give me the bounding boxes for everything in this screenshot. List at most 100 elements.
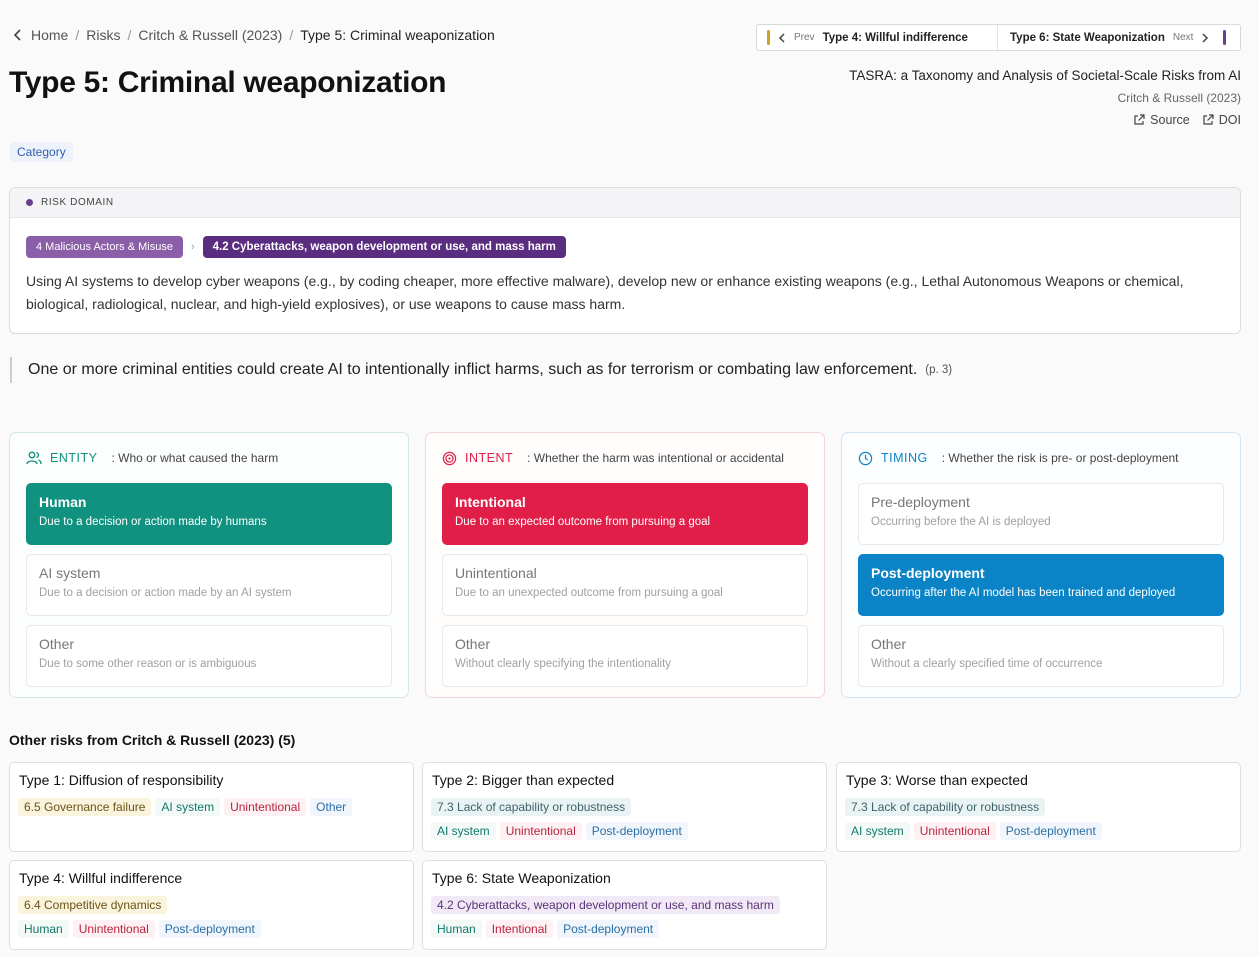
entity-description: : Who or what caused the harm xyxy=(111,451,279,465)
users-icon xyxy=(26,451,42,465)
domain-tag: 4.2 Cyberattacks, weapon development or … xyxy=(431,896,780,914)
option-title: Other xyxy=(39,636,75,652)
option-desc: Occurring before the AI is deployed xyxy=(871,516,1051,528)
intent-label: INTENT xyxy=(465,451,514,465)
entity-option-other: Other Due to some other reason or is amb… xyxy=(26,625,392,687)
prev-risk-link[interactable]: Prev Type 4: Willful indifference xyxy=(757,25,998,50)
option-title: Human xyxy=(39,494,87,510)
entity-card: ENTITY : Who or what caused the harm Hum… xyxy=(9,432,409,698)
domain-tag: 6.4 Competitive dynamics xyxy=(18,896,168,914)
option-desc: Due to an unexpected outcome from pursui… xyxy=(455,587,723,599)
doi-label: DOI xyxy=(1218,113,1241,127)
option-desc: Due to an expected outcome from pursuing… xyxy=(455,516,711,528)
external-link-icon xyxy=(1134,114,1145,125)
intent-option-unintentional: Unintentional Due to an unexpected outco… xyxy=(442,554,808,616)
next-color-bar xyxy=(1223,30,1227,45)
domain-chips: 4 Malicious Actors & Misuse › 4.2 Cybera… xyxy=(26,236,566,258)
risk-card-tags: 4.2 Cyberattacks, weapon development or … xyxy=(431,896,818,914)
entity-option-human: Human Due to a decision or action made b… xyxy=(26,483,392,545)
option-desc: Without clearly specifying the intention… xyxy=(455,658,672,670)
option-desc: Due to a decision or action made by an A… xyxy=(39,587,292,599)
breadcrumb-separator: / xyxy=(75,27,80,43)
risk-pager: Prev Type 4: Willful indifference Type 6… xyxy=(756,24,1241,51)
paper-links: Source DOI xyxy=(849,113,1241,127)
entity-tag: Human xyxy=(431,920,482,938)
timing-header: TIMING : Whether the risk is pre- or pos… xyxy=(858,433,1224,483)
domain-dot-icon xyxy=(26,199,33,206)
chevron-right-icon xyxy=(1202,32,1209,43)
risk-card-title: Type 1: Diffusion of responsibility xyxy=(19,772,224,788)
quote-page: (p. 3) xyxy=(925,364,953,376)
timing-option-post-deployment: Post-deployment Occurring after the AI m… xyxy=(858,554,1224,616)
domain-description: Using AI systems to develop cyber weapon… xyxy=(26,273,1184,312)
chevron-left-icon xyxy=(778,32,785,43)
timing-label: TIMING xyxy=(881,451,928,465)
timing-option-other: Other Without a clearly specified time o… xyxy=(858,625,1224,687)
breadcrumb-current: Type 5: Criminal weaponization xyxy=(300,27,495,43)
risk-card-title: Type 3: Worse than expected xyxy=(846,772,1028,788)
prev-label: Prev xyxy=(794,32,815,43)
source-label: Source xyxy=(1150,113,1190,127)
intent-tag: Unintentional xyxy=(913,822,996,840)
risk-card-tags: AI system Unintentional Post-deployment xyxy=(845,822,1232,840)
risk-card-tags: Human Intentional Post-deployment xyxy=(431,920,818,938)
doi-link[interactable]: DOI xyxy=(1202,113,1241,127)
risk-card-type-4[interactable]: Type 4: Willful indifference 6.4 Competi… xyxy=(9,860,414,950)
timing-tag: Post-deployment xyxy=(557,920,660,938)
next-label: Next xyxy=(1172,32,1194,43)
intent-tag: Intentional xyxy=(485,920,554,938)
entity-tag: AI system xyxy=(431,822,496,840)
timing-tag: Post-deployment xyxy=(999,822,1102,840)
breadcrumb-home[interactable]: Home xyxy=(31,27,68,43)
prev-color-bar xyxy=(767,30,770,45)
source-link[interactable]: Source xyxy=(1133,113,1190,127)
risk-domain-panel: RISK DOMAIN 4 Malicious Actors & Misuse … xyxy=(9,187,1241,334)
category-badge[interactable]: Category xyxy=(10,142,73,162)
risk-card-tags: 7.3 Lack of capability or robustness xyxy=(845,798,1232,816)
subdomain-chip[interactable]: 4.2 Cyberattacks, weapon development or … xyxy=(202,236,566,258)
intent-tag: Unintentional xyxy=(224,798,307,816)
timing-tag: Post-deployment xyxy=(585,822,688,840)
option-desc: Due to a decision or action made by huma… xyxy=(39,516,267,528)
target-icon xyxy=(442,451,457,465)
risk-card-tags: 6.4 Competitive dynamics xyxy=(18,896,405,914)
option-title: Other xyxy=(871,636,907,652)
risk-card-type-6[interactable]: Type 6: State Weaponization 4.2 Cyberatt… xyxy=(422,860,827,950)
clock-icon xyxy=(858,451,873,465)
risk-card-type-3[interactable]: Type 3: Worse than expected 7.3 Lack of … xyxy=(836,762,1241,852)
chevron-right-icon: › xyxy=(190,241,195,253)
timing-tag: Post-deployment xyxy=(158,920,261,938)
next-risk-link[interactable]: Type 6: State Weaponization Next xyxy=(998,25,1240,50)
breadcrumb-risks[interactable]: Risks xyxy=(86,27,120,43)
risk-domain-header: RISK DOMAIN xyxy=(10,188,1240,218)
breadcrumb: Home / Risks / Critch & Russell (2023) /… xyxy=(12,27,495,43)
other-risks-title: Other risks from Critch & Russell (2023)… xyxy=(9,732,296,748)
paper-title: TASRA: a Taxonomy and Analysis of Societ… xyxy=(849,68,1241,83)
option-desc: Occurring after the AI model has been tr… xyxy=(871,587,1176,599)
page-title: Type 5: Criminal weaponization xyxy=(9,66,447,99)
intent-tag: Unintentional xyxy=(499,822,582,840)
entity-tag: Human xyxy=(18,920,69,938)
paper-info: TASRA: a Taxonomy and Analysis of Societ… xyxy=(849,68,1241,127)
domain-chip[interactable]: 4 Malicious Actors & Misuse xyxy=(26,236,183,258)
intent-header: INTENT : Whether the harm was intentiona… xyxy=(442,433,808,483)
risk-card-title: Type 6: State Weaponization xyxy=(432,870,611,886)
chevron-left-icon[interactable] xyxy=(12,28,24,42)
risk-card-type-1[interactable]: Type 1: Diffusion of responsibility 6.5 … xyxy=(9,762,414,852)
timing-tag: Other xyxy=(310,798,353,816)
option-title: AI system xyxy=(39,565,101,581)
risk-quote: One or more criminal entities could crea… xyxy=(10,357,952,383)
next-title: Type 6: State Weaponization xyxy=(1010,31,1165,44)
prev-title: Type 4: Willful indifference xyxy=(822,31,968,44)
breadcrumb-paper[interactable]: Critch & Russell (2023) xyxy=(138,27,282,43)
risk-card-tags: Human Unintentional Post-deployment xyxy=(18,920,405,938)
intent-card: INTENT : Whether the harm was intentiona… xyxy=(425,432,825,698)
option-title: Pre-deployment xyxy=(871,494,970,510)
risk-card-type-2[interactable]: Type 2: Bigger than expected 7.3 Lack of… xyxy=(422,762,827,852)
entity-option-ai-system: AI system Due to a decision or action ma… xyxy=(26,554,392,616)
timing-description: : Whether the risk is pre- or post-deplo… xyxy=(941,451,1179,465)
option-title: Intentional xyxy=(455,494,526,510)
external-link-icon xyxy=(1203,114,1214,125)
domain-tag: 7.3 Lack of capability or robustness xyxy=(431,798,632,816)
paper-authors: Critch & Russell (2023) xyxy=(1117,91,1241,105)
